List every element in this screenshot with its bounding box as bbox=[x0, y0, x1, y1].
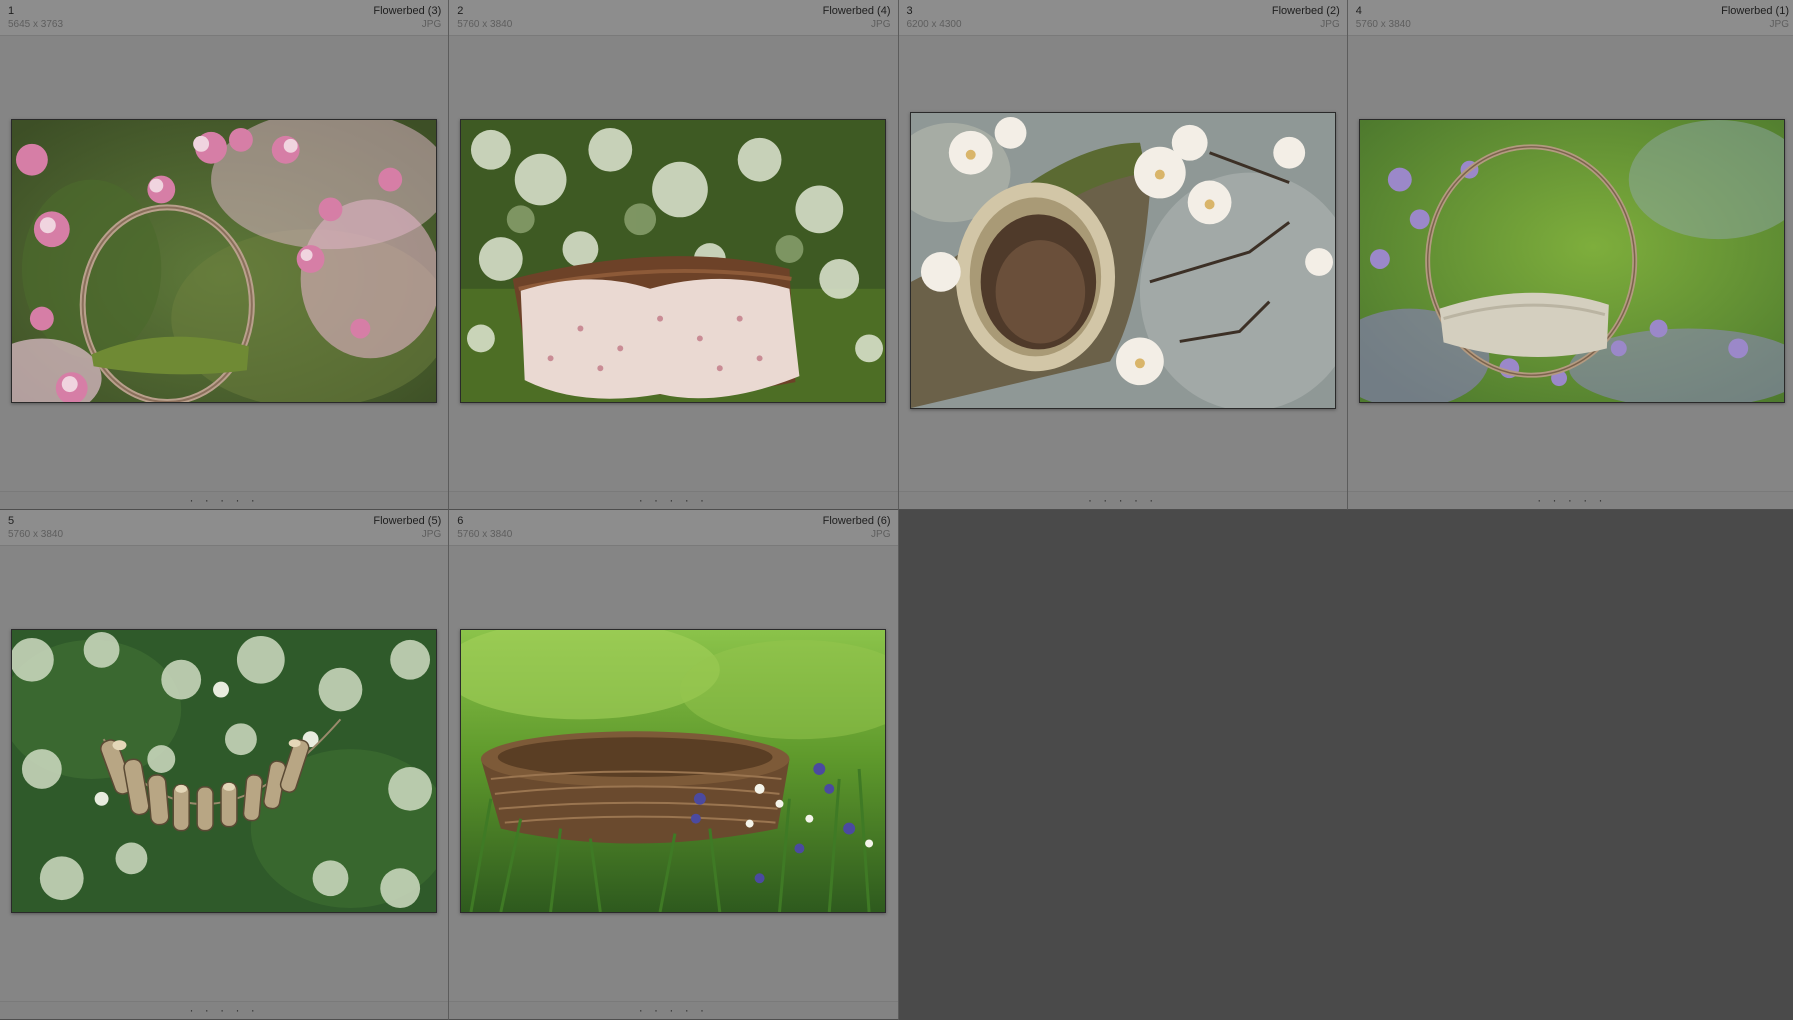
cell-index: 1 bbox=[8, 5, 15, 17]
cell-index: 4 bbox=[1355, 5, 1362, 17]
grid-cell-2[interactable]: 2 Flowerbed (4) 5760 x 3840 JPG · · · · … bbox=[449, 0, 899, 510]
cell-footer: · · · · · bbox=[0, 491, 449, 509]
log-hammock-white-flowers-image bbox=[12, 630, 436, 912]
cell-file-type: JPG bbox=[1769, 19, 1789, 30]
thumbnail-image[interactable] bbox=[460, 629, 887, 913]
cell-dimensions: 5760 x 3840 bbox=[1355, 19, 1411, 30]
lilac-hoop-swing-image bbox=[1359, 120, 1784, 402]
cell-footer: · · · · · bbox=[449, 1001, 898, 1019]
grid-cell-4[interactable]: 4 Flowerbed (1) 5760 x 3840 JPG · · · · … bbox=[1347, 0, 1793, 510]
cell-file-type: JPG bbox=[421, 529, 442, 540]
rating-stars[interactable]: · · · · · bbox=[449, 1003, 897, 1017]
thumbnail-image[interactable] bbox=[1358, 119, 1785, 403]
cell-filename: Flowerbed (3) bbox=[373, 5, 442, 17]
photo-grid: 1 Flowerbed (3) 5645 x 3763 JPG · · · · … bbox=[0, 0, 1793, 1020]
cell-dimensions: 5760 x 3840 bbox=[8, 529, 64, 540]
grid-cell-5[interactable]: 5 Flowerbed (5) 5760 x 3840 JPG · · · · … bbox=[0, 510, 450, 1020]
cell-index: 2 bbox=[457, 5, 464, 17]
cell-footer: · · · · · bbox=[898, 491, 1347, 509]
wicker-basket-in-grass-image bbox=[461, 630, 886, 912]
cell-index: 5 bbox=[8, 515, 15, 527]
cell-header: 2 Flowerbed (4) 5760 x 3840 JPG bbox=[449, 0, 898, 36]
thumbnail-image[interactable] bbox=[11, 629, 437, 913]
empty-grid-slot bbox=[1347, 510, 1793, 1020]
rating-stars[interactable]: · · · · · bbox=[0, 1003, 448, 1017]
cell-dimensions: 5645 x 3763 bbox=[8, 19, 64, 30]
cell-filename: Flowerbed (1) bbox=[1721, 5, 1789, 17]
white-magnolia-tree-hollow-image bbox=[910, 113, 1335, 408]
thumbnail-image[interactable] bbox=[909, 112, 1336, 409]
cell-filename: Flowerbed (5) bbox=[373, 515, 442, 527]
cell-footer: · · · · · bbox=[0, 1001, 449, 1019]
thumbnail-image[interactable] bbox=[11, 119, 437, 403]
cell-header: 5 Flowerbed (5) 5760 x 3840 JPG bbox=[0, 510, 449, 546]
pink-magnolia-hoop-swing-image bbox=[12, 120, 436, 402]
cell-header: 4 Flowerbed (1) 5760 x 3840 JPG bbox=[1347, 0, 1793, 36]
cell-file-type: JPG bbox=[871, 529, 891, 540]
rating-stars[interactable]: · · · · · bbox=[449, 493, 897, 507]
cell-filename: Flowerbed (6) bbox=[822, 515, 891, 527]
cell-index: 3 bbox=[906, 5, 913, 17]
cell-header: 6 Flowerbed (6) 5760 x 3840 JPG bbox=[449, 510, 898, 546]
grid-cell-1[interactable]: 1 Flowerbed (3) 5645 x 3763 JPG · · · · … bbox=[0, 0, 450, 510]
rating-stars[interactable]: · · · · · bbox=[899, 493, 1347, 507]
cell-footer: · · · · · bbox=[1347, 491, 1793, 509]
rating-stars[interactable]: · · · · · bbox=[0, 493, 448, 507]
thumbnail-image[interactable] bbox=[460, 119, 887, 403]
cell-header: 1 Flowerbed (3) 5645 x 3763 JPG bbox=[0, 0, 449, 36]
cell-footer: · · · · · bbox=[449, 491, 898, 509]
cell-file-type: JPG bbox=[871, 19, 891, 30]
cell-filename: Flowerbed (4) bbox=[822, 5, 891, 17]
empty-grid-slot bbox=[898, 510, 1348, 1020]
cell-filename: Flowerbed (2) bbox=[1271, 5, 1340, 17]
cell-dimensions: 6200 x 4300 bbox=[906, 19, 962, 30]
cell-dimensions: 5760 x 3840 bbox=[457, 529, 513, 540]
cell-file-type: JPG bbox=[421, 19, 442, 30]
cell-dimensions: 5760 x 3840 bbox=[457, 19, 513, 30]
cell-header: 3 Flowerbed (2) 6200 x 4300 JPG bbox=[898, 0, 1347, 36]
cell-file-type: JPG bbox=[1320, 19, 1340, 30]
grid-cell-6[interactable]: 6 Flowerbed (6) 5760 x 3840 JPG · · · · … bbox=[449, 510, 899, 1020]
white-blossom-basket-bed-image bbox=[461, 120, 886, 402]
cell-index: 6 bbox=[457, 515, 464, 527]
rating-stars[interactable]: · · · · · bbox=[1348, 493, 1793, 507]
grid-cell-3[interactable]: 3 Flowerbed (2) 6200 x 4300 JPG · · · · … bbox=[898, 0, 1348, 510]
